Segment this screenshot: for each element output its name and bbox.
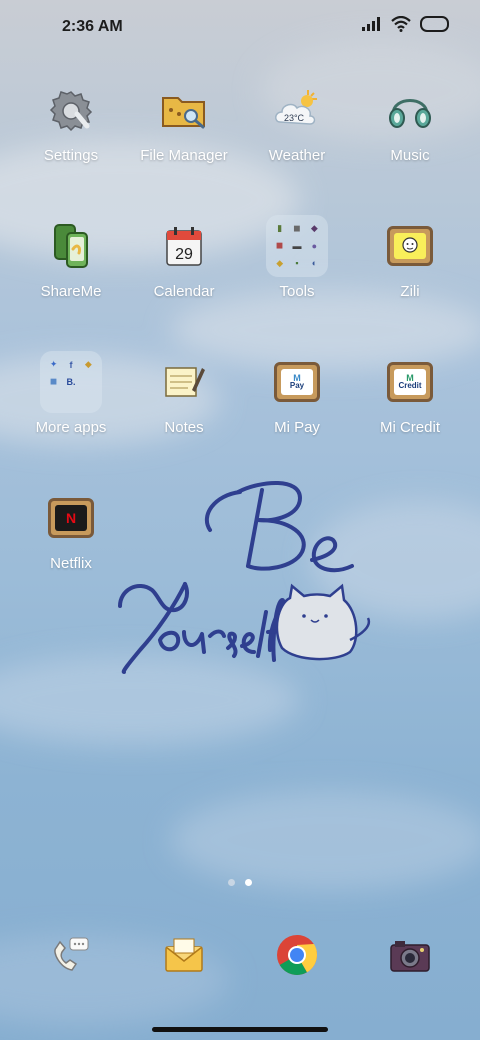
camera-icon xyxy=(389,937,431,978)
app-notes[interactable]: Notes xyxy=(128,357,240,467)
status-bar: 2:36 AM xyxy=(0,0,480,56)
clock: 2:36 AM xyxy=(62,18,123,35)
page-dot[interactable] xyxy=(228,879,235,886)
app-label: Notes xyxy=(164,419,204,436)
zili-icon xyxy=(385,221,435,271)
folder-icon: ▮ ◼ ◆ ◼ ▬ ● ◆ ▪ ◐ xyxy=(266,215,328,277)
weather-temp: 23°C xyxy=(284,113,305,123)
app-label: Tools xyxy=(279,283,315,300)
folder-search-icon xyxy=(159,85,209,135)
app-label: Weather xyxy=(268,147,326,164)
netflix-icon-text: N xyxy=(55,505,87,531)
envelope-icon xyxy=(162,937,206,978)
calendar-day: 29 xyxy=(175,246,193,263)
wifi-icon xyxy=(391,16,411,32)
notes-icon xyxy=(159,357,209,407)
page-indicator xyxy=(228,879,252,886)
share-icon xyxy=(46,221,96,271)
mi-pay-icon: M Pay xyxy=(272,357,322,407)
signal-icon xyxy=(362,17,380,31)
app-netflix[interactable]: N Netflix xyxy=(15,493,127,603)
app-music[interactable]: Music xyxy=(354,85,466,195)
app-shareme[interactable]: ShareMe xyxy=(15,221,127,331)
app-folder-tools[interactable]: ▮ ◼ ◆ ◼ ▬ ● ◆ ▪ ◐ Tools xyxy=(241,215,353,331)
app-calendar[interactable]: 29 Calendar xyxy=(128,221,240,331)
app-mi-pay[interactable]: M Pay Mi Pay xyxy=(241,357,353,467)
app-label: Music xyxy=(390,147,430,164)
headphones-icon xyxy=(385,85,435,135)
calendar-icon: 29 xyxy=(159,221,209,271)
dock-phone[interactable] xyxy=(45,932,95,982)
gear-icon xyxy=(46,85,96,135)
weather-cloud-sun-icon: 23°C xyxy=(272,85,322,135)
home-indicator[interactable] xyxy=(152,1027,328,1032)
app-label: Settings xyxy=(43,147,99,164)
status-icons xyxy=(362,16,450,32)
app-label: Calendar xyxy=(153,283,215,300)
app-label: Zili xyxy=(400,283,420,300)
chrome-icon xyxy=(276,934,318,981)
app-mi-credit[interactable]: M Credit Mi Credit xyxy=(354,357,466,467)
netflix-icon: N xyxy=(46,493,96,543)
app-zili[interactable]: Zili xyxy=(354,221,466,331)
battery-icon xyxy=(420,16,449,32)
page-dot-active[interactable] xyxy=(245,879,252,886)
app-label: More apps xyxy=(35,419,107,436)
mi-credit-icon: M Credit xyxy=(385,357,435,407)
mi-credit-icon-text: Credit xyxy=(398,381,422,390)
app-file-manager[interactable]: File Manager xyxy=(128,85,240,195)
mi-pay-icon-text: Pay xyxy=(289,381,305,390)
app-label: Netflix xyxy=(50,555,92,572)
folder-icon: ✦ f ◆ ◼ B. xyxy=(40,351,102,413)
app-label: Mi Pay xyxy=(274,419,320,436)
phone-icon xyxy=(50,936,90,979)
app-label: File Manager xyxy=(140,147,228,164)
app-label: ShareMe xyxy=(40,283,102,300)
app-weather[interactable]: 23°C Weather xyxy=(241,85,353,195)
dock-camera[interactable] xyxy=(385,932,435,982)
dock-chrome[interactable] xyxy=(272,932,322,982)
dock-messages[interactable] xyxy=(159,932,209,982)
app-label: Mi Credit xyxy=(379,419,440,436)
app-settings[interactable]: Settings xyxy=(15,85,127,195)
app-folder-more-apps[interactable]: ✦ f ◆ ◼ B. More apps xyxy=(15,351,127,467)
